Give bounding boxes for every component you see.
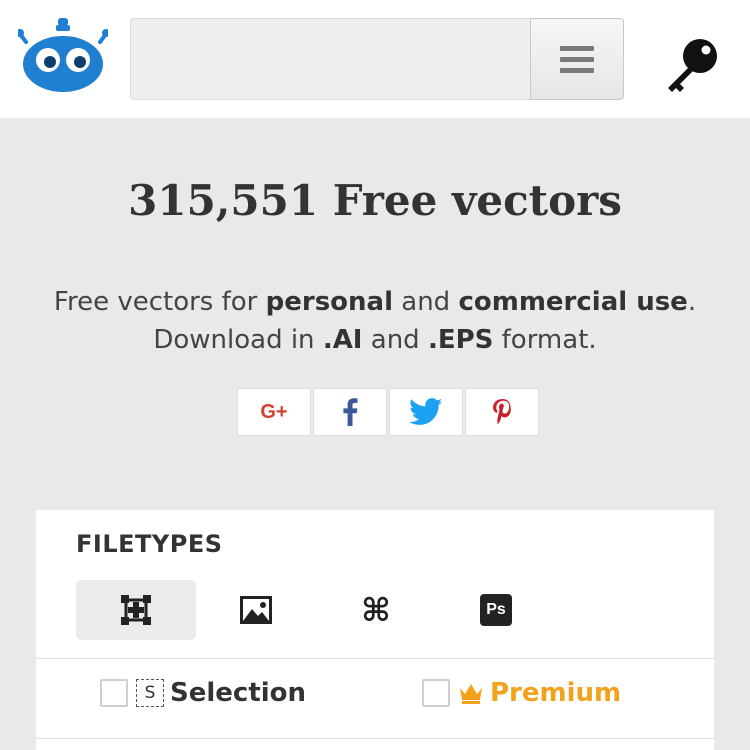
pinterest-share-button[interactable] (465, 388, 539, 436)
bold-text: .EPS (427, 325, 494, 355)
page-title: 315,551 Free vectors (128, 176, 622, 225)
photoshop-icon: Ps (480, 594, 512, 626)
filetype-photoshop-button[interactable]: Ps (436, 580, 556, 640)
text: and (362, 325, 428, 355)
search-input[interactable] (130, 18, 530, 100)
google-plus-share-button[interactable]: G+ (237, 388, 311, 436)
filetype-vector-button[interactable] (76, 580, 196, 640)
page-subtitle: Free vectors for personal and commercial… (0, 283, 750, 359)
vector-icon (121, 595, 151, 625)
crown-icon (460, 684, 482, 704)
share-buttons: G+ (237, 388, 539, 436)
bold-text: commercial use (458, 287, 688, 317)
image-icon (240, 596, 272, 624)
text: format. (493, 325, 597, 355)
filetype-image-button[interactable] (196, 580, 316, 640)
site-header (0, 0, 750, 118)
text: Download in (153, 325, 323, 355)
hamburger-icon-bar (560, 67, 594, 73)
filetype-command-button[interactable]: ⌘ (316, 580, 436, 640)
premium-label: Premium (490, 678, 622, 708)
hamburger-icon-bar (560, 56, 594, 62)
selection-icon: S (136, 679, 164, 707)
twitter-share-button[interactable] (389, 388, 463, 436)
premium-checkbox[interactable] (422, 679, 450, 707)
twitter-icon (409, 398, 443, 425)
filters-panel: FILETYPES ⌘ Ps S Selection Premium (36, 510, 714, 750)
text: . (687, 287, 697, 317)
premium-option[interactable]: Premium (422, 678, 621, 708)
divider (36, 738, 714, 739)
pinterest-icon (493, 399, 511, 425)
selection-checkbox[interactable] (100, 679, 128, 707)
facebook-share-button[interactable] (313, 388, 387, 436)
text: and (393, 287, 459, 317)
divider (36, 658, 714, 659)
filetypes-heading: FILETYPES (76, 530, 223, 558)
command-icon: ⌘ (361, 591, 391, 629)
hamburger-icon-bar (560, 45, 594, 51)
selection-option[interactable]: S Selection (100, 678, 306, 708)
key-icon[interactable] (662, 36, 720, 94)
robot-logo[interactable] (18, 16, 108, 94)
filetype-selector: ⌘ Ps (76, 580, 556, 640)
selection-label: Selection (170, 678, 307, 708)
facebook-icon (343, 398, 358, 426)
menu-button[interactable] (530, 18, 624, 100)
text: Free vectors for (53, 287, 266, 317)
google-plus-icon: G+ (260, 400, 288, 423)
subtitle-line-2: Download in .AI and .EPS format. (0, 321, 750, 359)
bold-text: personal (265, 287, 393, 317)
subtitle-line-1: Free vectors for personal and commercial… (0, 283, 750, 321)
bold-text: .AI (322, 325, 363, 355)
